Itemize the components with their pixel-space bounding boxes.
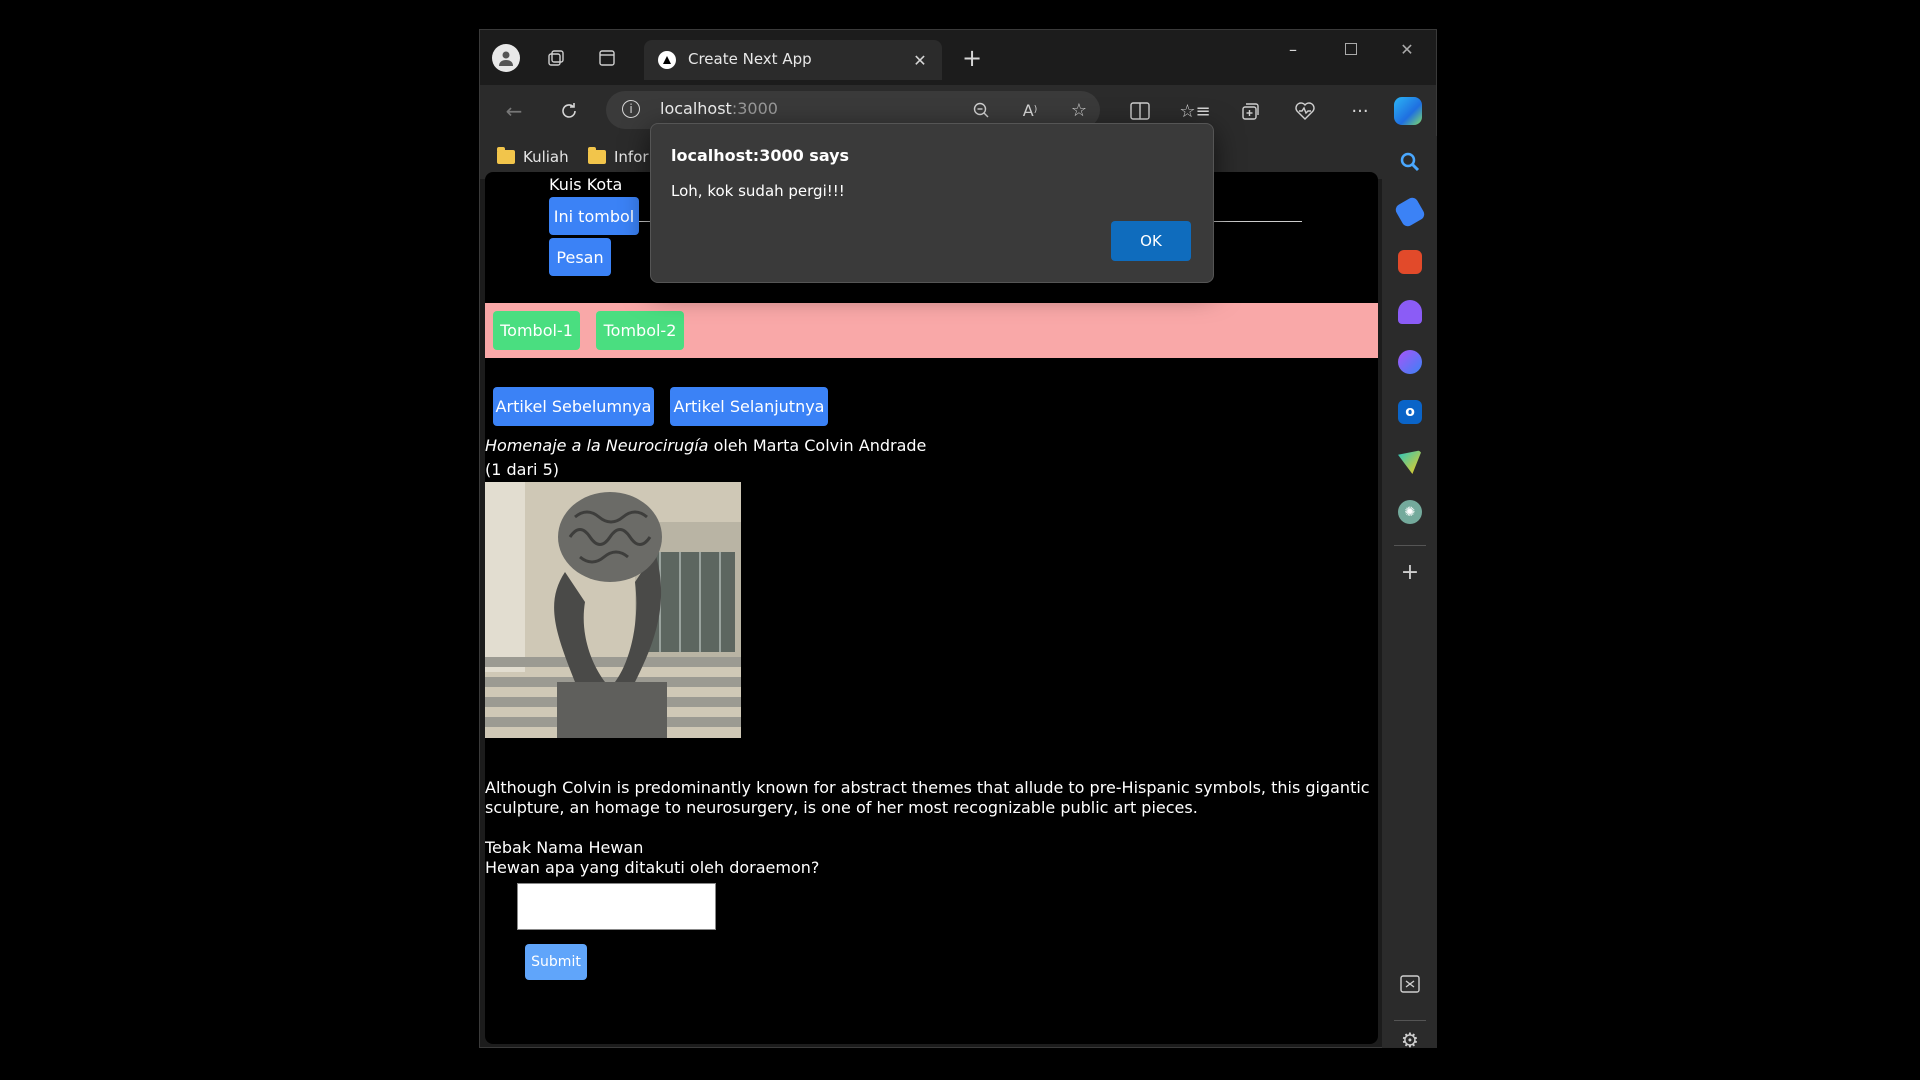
pesan-button[interactable]: Pesan: [549, 238, 611, 276]
dialog-title: localhost:3000 says: [671, 146, 850, 165]
artwork-title: Homenaje a la Neurocirugía: [485, 436, 709, 455]
send-icon[interactable]: [1398, 450, 1422, 474]
screenshot-icon[interactable]: [1398, 972, 1422, 996]
vertical-tabs-icon[interactable]: [593, 44, 621, 72]
profile-icon[interactable]: [492, 44, 520, 72]
tag-icon[interactable]: [1393, 195, 1427, 229]
description-line-1: Although Colvin is predominantly known f…: [485, 778, 1370, 797]
url-port: :3000: [731, 99, 778, 118]
sidebar-divider: [1394, 1020, 1426, 1021]
chess-icon[interactable]: [1398, 300, 1422, 324]
favorite-folder-kuliah[interactable]: Kuliah: [497, 147, 569, 166]
page-viewport: Kuis Kota Ini tombol Pesan Tombol-1 Tomb…: [485, 172, 1378, 1044]
favorite-star-icon[interactable]: ☆: [1068, 99, 1090, 121]
button-band: Tombol-1 Tombol-2: [485, 303, 1378, 358]
chatgpt-icon[interactable]: ✺: [1398, 500, 1422, 524]
artwork-artist: oleh Marta Colvin Andrade: [708, 436, 927, 455]
collections-icon[interactable]: [1236, 97, 1264, 125]
active-tab[interactable]: Create Next App ✕: [644, 40, 942, 80]
folder-icon: [588, 147, 606, 164]
animal-quiz-title: Tebak Nama Hewan: [485, 838, 644, 857]
toolbox-icon[interactable]: [1398, 250, 1422, 274]
favorite-label: Infor: [614, 148, 649, 166]
tombol-2-button[interactable]: Tombol-2: [596, 311, 684, 350]
submit-button[interactable]: Submit: [525, 944, 587, 980]
previous-article-button[interactable]: Artikel Sebelumnya: [493, 387, 654, 426]
search-icon[interactable]: [1398, 150, 1422, 174]
add-icon[interactable]: +: [1398, 560, 1422, 585]
nextjs-favicon-icon: [658, 51, 676, 69]
ini-tombol-button[interactable]: Ini tombol: [549, 197, 639, 235]
favorite-label: Kuliah: [523, 148, 569, 166]
minimize-icon[interactable]: –: [1276, 36, 1310, 62]
ok-button[interactable]: OK: [1111, 221, 1191, 261]
zoom-out-icon[interactable]: [970, 99, 992, 121]
settings-icon[interactable]: ⚙: [1398, 1028, 1422, 1052]
artwork-counter: (1 dari 5): [485, 460, 559, 479]
workspaces-icon[interactable]: [542, 44, 570, 72]
maximize-icon[interactable]: [1334, 36, 1368, 62]
read-aloud-icon[interactable]: A): [1019, 99, 1041, 121]
more-menu-icon[interactable]: ···: [1346, 97, 1374, 125]
sidebar-divider: [1394, 545, 1426, 546]
favorites-icon[interactable]: ☆≡: [1179, 97, 1210, 125]
refresh-icon[interactable]: [555, 97, 583, 125]
answer-textarea[interactable]: [517, 883, 716, 930]
favorite-folder-infor[interactable]: Infor: [588, 147, 649, 166]
artwork-caption: Homenaje a la Neurocirugía oleh Marta Co…: [485, 436, 926, 455]
sculpture-image: [485, 482, 741, 738]
site-info-icon[interactable]: i: [622, 100, 640, 118]
next-article-button[interactable]: Artikel Selanjutnya: [670, 387, 828, 426]
browser-essentials-icon[interactable]: [1291, 97, 1319, 125]
url-text: localhost:3000: [660, 99, 778, 118]
url-host: localhost: [660, 99, 732, 118]
split-screen-icon[interactable]: [1126, 97, 1154, 125]
copilot-icon[interactable]: [1394, 97, 1422, 125]
tab-bar: Create Next App ✕ + – ✕: [480, 30, 1436, 85]
new-tab-icon[interactable]: +: [958, 44, 986, 72]
edge-sidebar: o ✺ + ⚙: [1382, 136, 1437, 1052]
copilot-icon[interactable]: [1398, 350, 1422, 374]
dialog-message: Loh, kok sudah pergi!!!: [671, 182, 845, 200]
alert-dialog: localhost:3000 says Loh, kok sudah pergi…: [650, 123, 1214, 283]
outlook-icon[interactable]: o: [1398, 400, 1422, 424]
description-line-2: sculpture, an homage to neurosurgery, is…: [485, 798, 1198, 817]
close-window-icon[interactable]: ✕: [1390, 36, 1424, 62]
folder-icon: [497, 147, 515, 164]
tombol-1-button[interactable]: Tombol-1: [493, 311, 580, 350]
close-tab-icon[interactable]: ✕: [910, 50, 930, 70]
quiz-title: Kuis Kota: [549, 175, 623, 194]
animal-question: Hewan apa yang ditakuti oleh doraemon?: [485, 858, 820, 877]
tab-title: Create Next App: [688, 50, 812, 68]
back-icon[interactable]: ←: [500, 97, 528, 125]
